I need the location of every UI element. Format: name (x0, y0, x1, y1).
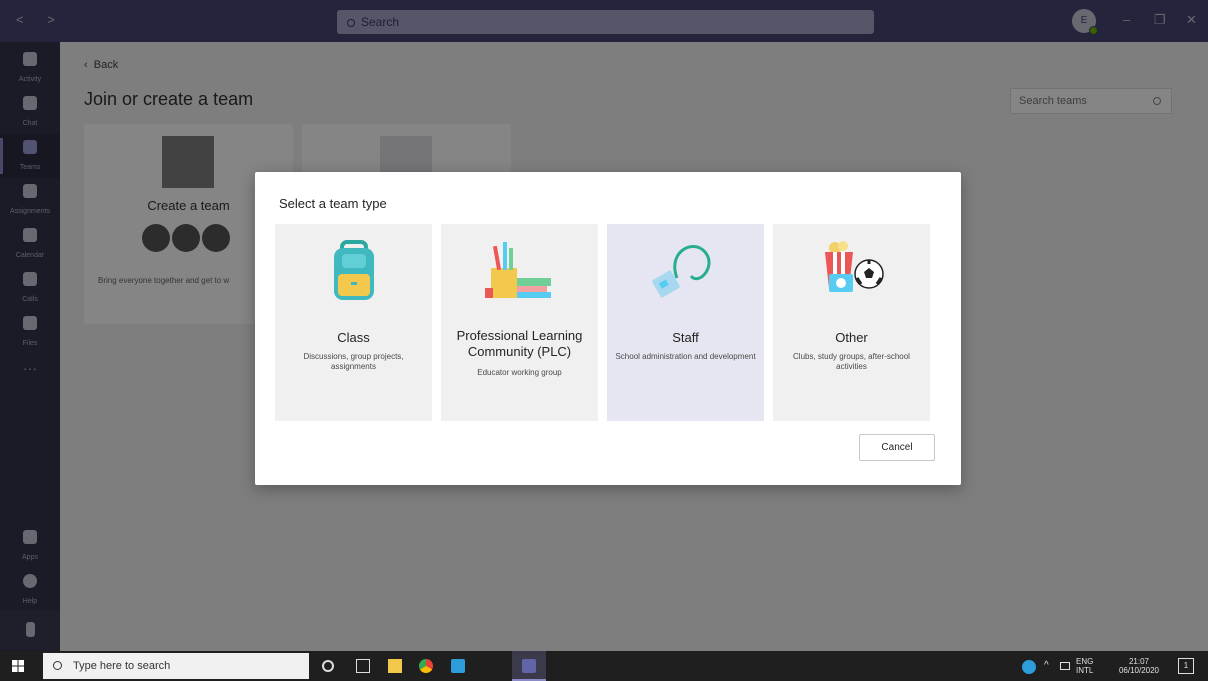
taskbar-search-placeholder: Type here to search (73, 660, 171, 672)
app-icon[interactable] (451, 659, 465, 673)
chrome-icon[interactable] (419, 659, 433, 673)
tile-title: Other (835, 330, 868, 345)
cancel-button[interactable]: Cancel (859, 434, 935, 461)
taskbar-search-input[interactable]: Type here to search (43, 653, 309, 679)
task-view-icon[interactable] (356, 659, 370, 673)
lang-bottom: INTL (1076, 666, 1094, 675)
notification-icon[interactable]: 1 (1178, 658, 1194, 674)
lanyard-badge-icon (652, 245, 711, 298)
teams-icon (522, 659, 536, 673)
help-tray-icon[interactable] (1022, 660, 1036, 674)
team-type-plc[interactable]: Professional Learning Community (PLC) Ed… (441, 224, 598, 421)
tile-subtitle: School administration and development (615, 352, 756, 361)
tile-title: Class (337, 330, 370, 345)
tile-subtitle: Educator working group (477, 368, 562, 377)
dialog-title: Select a team type (279, 196, 387, 211)
windows-start-icon[interactable] (12, 660, 24, 672)
tile-title: Staff (672, 330, 699, 345)
search-icon (53, 661, 62, 670)
file-explorer-icon[interactable] (388, 659, 402, 673)
clock[interactable]: 21:07 06/10/2020 (1112, 657, 1166, 675)
tile-subtitle: Discussions, group projects, assignments (303, 352, 404, 371)
books-pencils-icon (485, 242, 551, 298)
language-indicator[interactable]: ENG INTL (1076, 657, 1093, 675)
windows-taskbar: Type here to search ^ ENG INTL 21:07 06/… (0, 651, 1208, 681)
popcorn-ball-icon (825, 241, 884, 292)
battery-icon[interactable] (1060, 662, 1070, 670)
team-type-staff[interactable]: Staff School administration and developm… (607, 224, 764, 421)
teams-window: < > Search E – ❐ ✕ Activity Chat Teams A… (0, 0, 1208, 651)
teams-taskbar-button[interactable] (512, 651, 546, 681)
clock-date: 06/10/2020 (1118, 666, 1160, 675)
select-team-type-dialog: Select a team type Class Discussions, gr… (255, 172, 961, 485)
tile-subtitle: Clubs, study groups, after-school activi… (793, 352, 910, 371)
clock-time: 21:07 (1128, 657, 1150, 666)
backpack-icon (334, 240, 374, 300)
tile-title: Professional Learning Community (PLC) (456, 328, 583, 359)
cortana-icon[interactable] (322, 660, 334, 672)
lang-top: ENG (1076, 657, 1094, 666)
notification-count: 1 (1183, 661, 1189, 670)
team-type-class[interactable]: Class Discussions, group projects, assig… (275, 224, 432, 421)
chevron-up-icon[interactable]: ^ (1044, 661, 1049, 671)
team-type-other[interactable]: Other Clubs, study groups, after-school … (773, 224, 930, 421)
